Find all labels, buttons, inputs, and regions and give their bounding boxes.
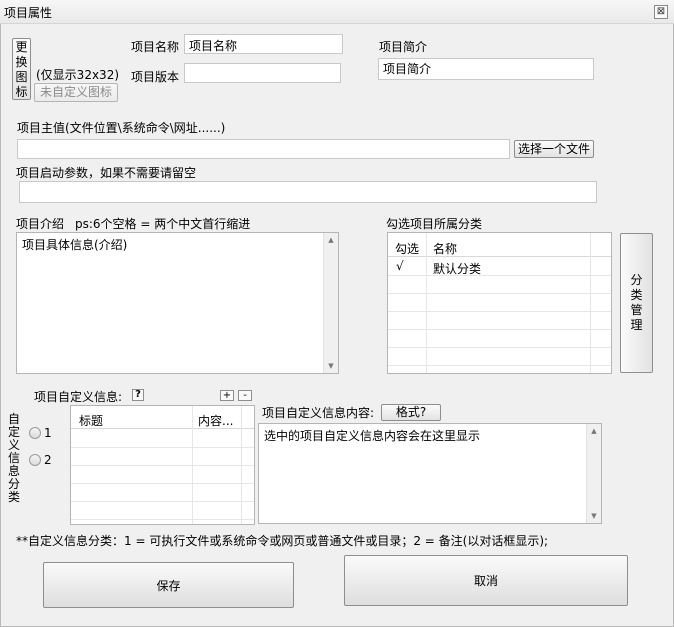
main-value-label: 项目主值(文件位置\系统命令\网址......) [17, 121, 226, 135]
custom-info-content-label: 项目自定义信息内容: [262, 406, 375, 420]
cancel-button[interactable]: 取消 [344, 555, 628, 606]
radio-type-2-label: 2 [44, 453, 52, 467]
category-col-check: 勾选 [395, 242, 420, 256]
category-manage-label-char: 管 [630, 303, 643, 317]
close-icon[interactable]: ⊠ [654, 5, 668, 19]
format-help-button[interactable]: 格式? [381, 404, 441, 421]
table-row[interactable]: √ 默认分类 [388, 258, 611, 276]
help-icon[interactable]: ? [132, 389, 144, 401]
custom-info-label: 项目自定义信息: [34, 390, 123, 404]
custom-info-table[interactable]: 标题 内容... [70, 405, 255, 525]
icon-size-note: (仅显示32x32) [36, 68, 120, 82]
scroll-up-icon[interactable]: ▲ [324, 236, 338, 244]
launch-args-label: 项目启动参数，如果不需要请留空 [16, 166, 197, 180]
project-summary-label: 项目简介 [379, 40, 428, 54]
radio-type-2[interactable] [29, 454, 41, 466]
project-name-label: 项目名称 [131, 40, 180, 54]
change-icon-label-char: 换 [15, 54, 28, 69]
change-icon-label-char: 更 [15, 39, 28, 54]
choose-file-button[interactable]: 选择一个文件 [514, 140, 594, 158]
project-version-label: 项目版本 [131, 70, 180, 84]
project-name-input[interactable]: 项目名称 [184, 34, 343, 54]
add-icon[interactable]: + [220, 390, 234, 401]
intro-textarea[interactable]: 项目具体信息(介绍) ▲ ▼ [16, 232, 339, 374]
category-row-check[interactable]: √ [396, 259, 404, 273]
change-icon-button[interactable]: 更换图标 [12, 38, 31, 100]
radio-type-1[interactable] [29, 427, 41, 439]
project-summary-input[interactable]: 项目简介 [378, 58, 594, 80]
category-manage-label-char: 理 [630, 318, 643, 332]
save-button[interactable]: 保存 [43, 562, 294, 608]
change-icon-label-char: 图 [15, 69, 28, 84]
change-icon-label-char: 标 [15, 84, 28, 99]
category-manage-label-char: 类 [630, 288, 643, 302]
custom-info-category-label: 自定义信息分类 [8, 413, 22, 504]
custom-info-footnote: **自定义信息分类：1 = 可执行文件或系统命令或网页或普通文件或目录；2 = … [16, 534, 549, 548]
project-version-input[interactable] [184, 63, 341, 83]
no-custom-icon-button[interactable]: 未自定义图标 [34, 83, 118, 102]
main-value-input[interactable] [17, 139, 510, 159]
category-manage-label-char: 分 [630, 273, 643, 287]
custom-info-col-content: 内容... [198, 414, 234, 428]
custom-info-category-char: 类 [8, 490, 21, 504]
category-col-name: 名称 [433, 242, 458, 256]
title-bar: 项目属性 ⊠ [0, 0, 674, 24]
radio-type-1-label: 1 [44, 426, 52, 440]
window-title: 项目属性 [4, 6, 53, 20]
custom-info-content-text: 选中的项目自定义信息内容会在这里显示 [264, 429, 481, 443]
scroll-down-icon[interactable]: ▼ [324, 362, 338, 370]
intro-hint: ps:6个空格 = 两个中文首行缩进 [75, 217, 251, 231]
scroll-down-icon[interactable]: ▼ [587, 512, 601, 520]
category-row-name: 默认分类 [433, 262, 482, 276]
intro-label: 项目介绍 [16, 217, 65, 231]
custom-info-col-title: 标题 [79, 414, 104, 428]
category-table[interactable]: 勾选 名称 √ 默认分类 [387, 232, 612, 374]
remove-icon[interactable]: - [238, 390, 252, 401]
category-section-label: 勾选项目所属分类 [386, 217, 483, 231]
intro-text: 项目具体信息(介绍) [22, 238, 128, 252]
custom-info-content-textarea[interactable]: 选中的项目自定义信息内容会在这里显示 ▲ ▼ [258, 423, 602, 524]
custom-info-scrollbar[interactable]: ▲ ▼ [586, 424, 601, 523]
scroll-up-icon[interactable]: ▲ [587, 427, 601, 435]
category-table-header [388, 233, 611, 257]
intro-scrollbar[interactable]: ▲ ▼ [323, 233, 338, 373]
launch-args-input[interactable] [19, 181, 597, 203]
category-manage-button[interactable]: 分类管理 [620, 233, 653, 373]
